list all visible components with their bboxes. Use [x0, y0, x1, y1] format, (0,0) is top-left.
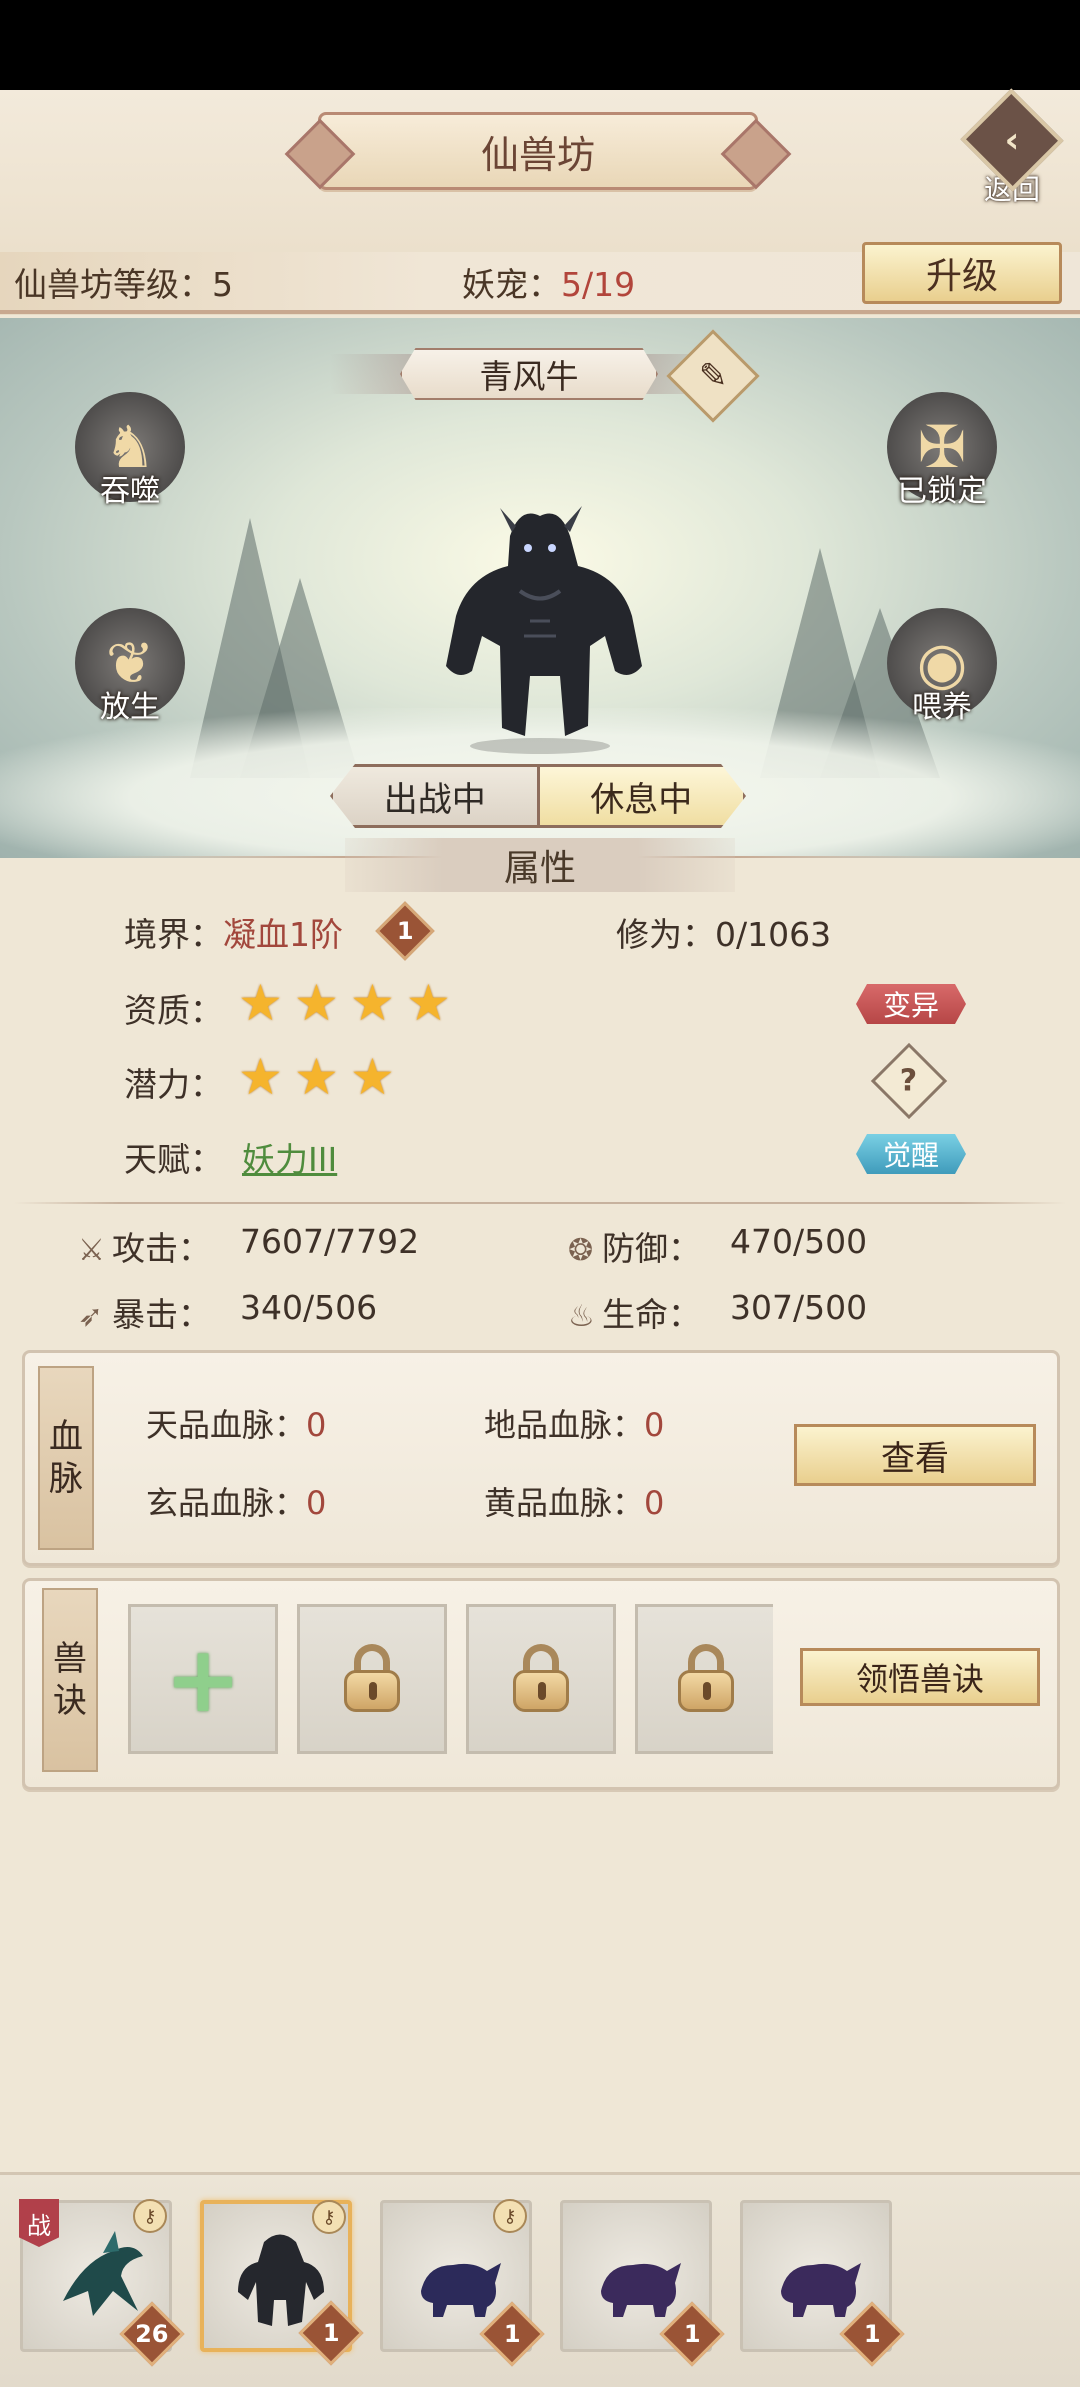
potential-label: 潜力： — [124, 1065, 223, 1104]
crit-blade-icon: ➶ — [78, 1299, 104, 1334]
star-icon: ★ — [294, 1048, 339, 1106]
star-icon: ★ — [238, 1048, 283, 1106]
huang-bloodline: 黄品血脉：0 — [484, 1484, 665, 1522]
defense-value: 470/500 — [730, 1222, 868, 1261]
feed-button[interactable]: ◉ 喂养 — [882, 608, 1002, 728]
stats-divider — [14, 1202, 1066, 1204]
realm-value: 凝血1阶 — [223, 915, 343, 954]
roster-card[interactable]: 1 — [740, 2200, 905, 2367]
sword-icon: ⚔ — [78, 1233, 105, 1268]
feed-label: 喂养 — [912, 690, 972, 725]
potential-stars: ★ ★ ★ — [238, 1052, 400, 1102]
attack-row: ⚔ 攻击： — [78, 1229, 211, 1268]
awaken-button[interactable]: 觉醒 — [856, 1134, 966, 1174]
realm-level-badge: 1 — [375, 901, 435, 961]
roster-card[interactable]: ⚷ 1 — [380, 2199, 545, 2367]
roster-card[interactable]: 战 ⚷ 26 — [19, 2199, 185, 2367]
attack-value: 7607/7792 — [240, 1222, 420, 1261]
help-question-icon[interactable]: ? — [870, 1042, 948, 1120]
tian-bloodline: 天品血脉：0 — [146, 1406, 327, 1444]
devour-button[interactable]: ♞ 吞噬 — [70, 392, 190, 512]
shield-icon: ❂ — [568, 1233, 594, 1268]
view-bloodline-button[interactable]: 查看 — [794, 1424, 1036, 1486]
status-bar — [0, 0, 1080, 90]
workshop-level: 仙兽坊等级：5 — [14, 265, 233, 304]
locked-button[interactable]: ✠ 已锁定 — [882, 392, 1002, 512]
locked-label: 已锁定 — [897, 474, 987, 509]
realm-row: 境界：凝血1阶 — [124, 915, 343, 954]
star-icon: ★ — [406, 974, 451, 1032]
bloodline-title: 血脉 — [38, 1366, 94, 1550]
pet-count: 妖宠：5/19 — [462, 265, 636, 304]
attributes-title: 属性 — [345, 838, 735, 892]
life-row: ♨ 生命： — [568, 1295, 701, 1334]
quality-stars: ★ ★ ★ ★ — [238, 978, 456, 1028]
upgrade-button[interactable]: 升级 — [862, 242, 1062, 304]
mutate-button[interactable]: 变异 — [856, 984, 966, 1024]
skill-slot-add[interactable]: + — [128, 1604, 278, 1754]
lock-small-icon: ⚷ — [493, 2199, 527, 2233]
star-icon: ★ — [350, 1048, 395, 1106]
skill-slot-locked[interactable] — [466, 1604, 616, 1754]
talent-label: 天赋： — [124, 1140, 223, 1179]
defense-row: ❂ 防御： — [568, 1229, 701, 1268]
skills-title: 兽诀 — [42, 1588, 98, 1772]
crit-row: ➶ 暴击： — [78, 1295, 211, 1334]
di-bloodline: 地品血脉：0 — [484, 1406, 665, 1444]
life-value: 307/500 — [730, 1288, 868, 1327]
plus-icon: + — [164, 1625, 242, 1733]
quality-label: 资质： — [124, 991, 223, 1030]
talent-value[interactable]: 妖力III — [242, 1133, 337, 1181]
battle-tag: 战 — [19, 2199, 59, 2247]
learn-skill-button[interactable]: 领悟兽诀 — [800, 1648, 1040, 1706]
back-button[interactable]: ‹ 返回 — [960, 88, 1064, 208]
release-label: 放生 — [100, 690, 160, 725]
life-drop-icon: ♨ — [568, 1299, 595, 1334]
release-button[interactable]: ❦ 放生 — [70, 608, 190, 728]
lock-small-icon: ⚷ — [312, 2200, 346, 2234]
battle-rest-toggle: 出战中 休息中 — [330, 764, 746, 828]
roster-card-selected[interactable]: ⚷ 1 — [200, 2200, 364, 2366]
battle-tab[interactable]: 出战中 — [333, 767, 537, 825]
star-icon: ★ — [238, 974, 283, 1032]
ox-beast-figure — [446, 506, 642, 754]
cultivation-value: 修为：0/1063 — [616, 915, 832, 954]
skill-slot-locked[interactable] — [297, 1604, 447, 1754]
padlock-icon — [509, 1644, 573, 1714]
roster-card[interactable]: 1 — [560, 2200, 725, 2367]
crit-value: 340/506 — [240, 1288, 378, 1327]
padlock-icon — [340, 1644, 404, 1714]
star-icon: ★ — [294, 974, 339, 1032]
skill-slot-locked[interactable] — [635, 1604, 773, 1754]
pet-name: 青风牛 — [400, 348, 658, 400]
star-icon: ★ — [350, 974, 395, 1032]
padlock-icon — [674, 1644, 738, 1714]
rest-tab[interactable]: 休息中 — [536, 767, 743, 825]
devour-label: 吞噬 — [100, 474, 160, 509]
xuan-bloodline: 玄品血脉：0 — [146, 1484, 327, 1522]
page-title: 仙兽坊 — [318, 112, 758, 190]
back-icon: ‹ — [960, 88, 1064, 192]
lock-small-icon: ⚷ — [133, 2199, 167, 2233]
